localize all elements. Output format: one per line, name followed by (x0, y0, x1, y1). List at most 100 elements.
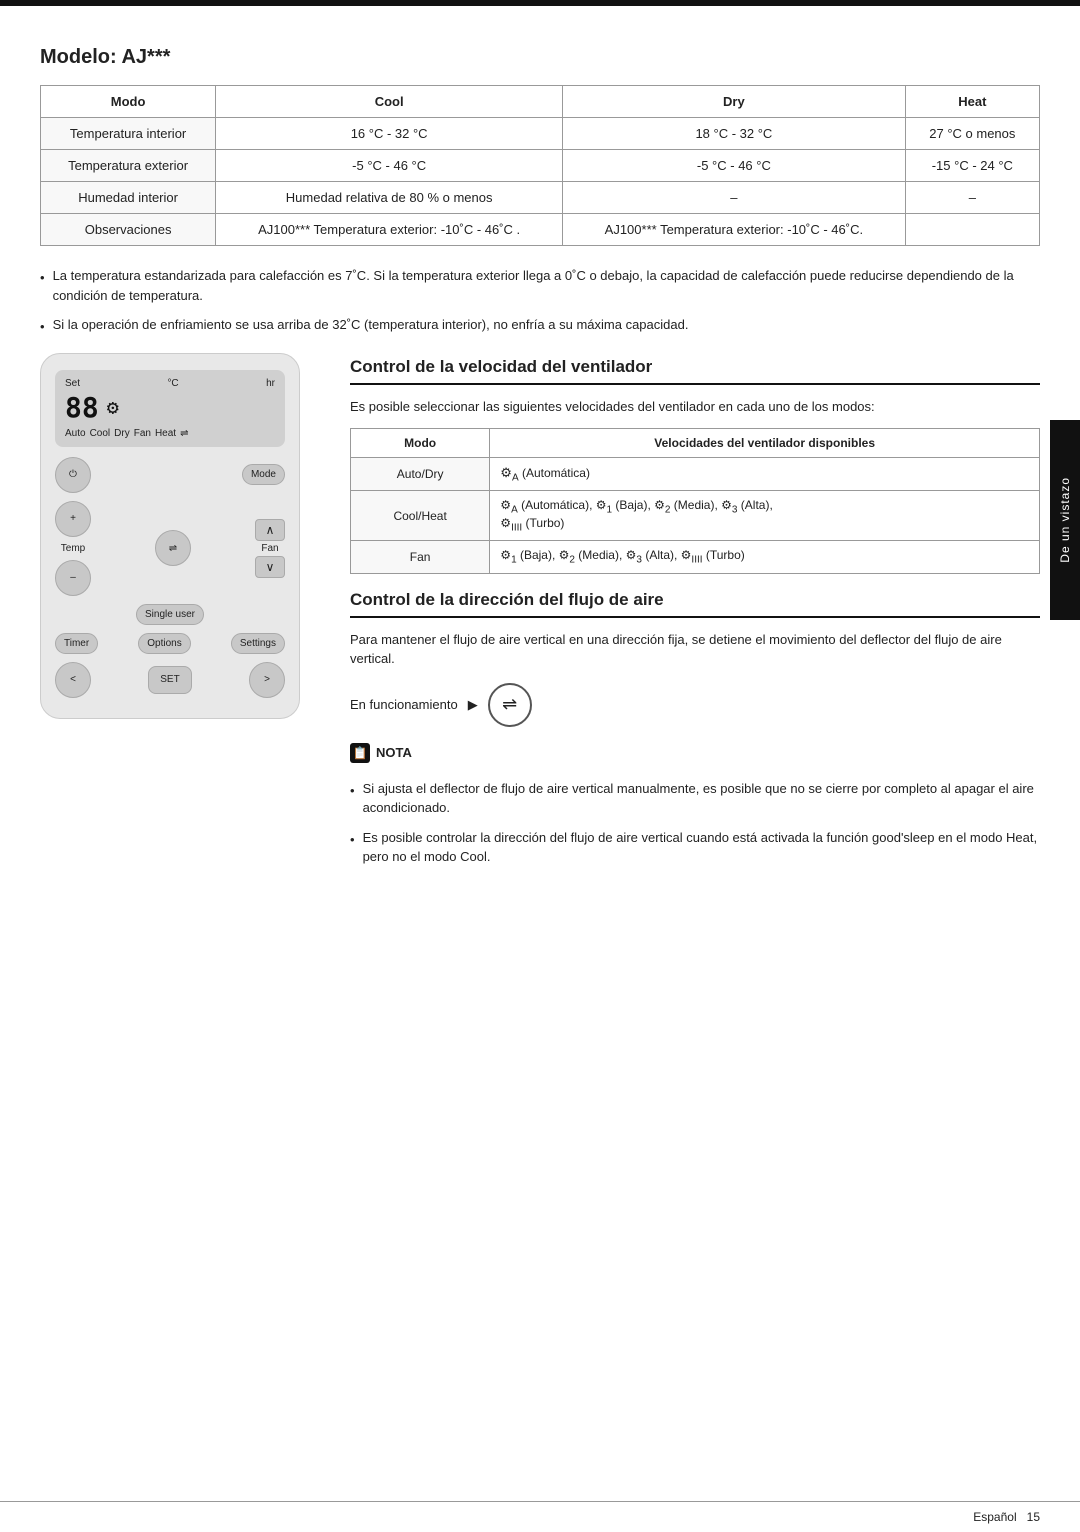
remote-control-col: Set °C hr 88 ⚙︎ Auto Cool Dry Fan (40, 353, 320, 883)
remote-mode-labels: Auto Cool Dry Fan Heat ⇌ (65, 428, 275, 439)
col-header-dry: Dry (563, 86, 906, 118)
nota-header: 📋 NOTA (350, 743, 1040, 763)
row-heat: -15 °C - 24 °C (905, 150, 1039, 182)
remote-cool-label: Cool (90, 428, 111, 439)
remote-nav-row: < SET > (55, 662, 285, 698)
right-arrow-icon: > (264, 674, 270, 685)
power-button[interactable]: ⏻ (55, 457, 91, 493)
fan-icon-auto: ⚙︎ (500, 465, 512, 480)
options-button[interactable]: Options (138, 633, 190, 654)
set-button[interactable]: SET (148, 666, 192, 694)
nota-bullet-1: Si ajusta el deflector de flujo de aire … (363, 779, 1040, 818)
row-label: Humedad interior (41, 182, 216, 214)
remote-display-digits: 88 ⚙︎ (65, 391, 275, 424)
fan-mode-fan: Fan (351, 541, 490, 573)
plus-icon: + (70, 513, 76, 524)
main-content: Modelo: AJ*** Modo Cool Dry Heat Tempera… (0, 46, 1080, 923)
bullet-text: Si la operación de enfriamiento se usa a… (53, 315, 689, 335)
temp-plus-button[interactable]: + (55, 501, 91, 537)
row-dry: 18 °C - 32 °C (563, 118, 906, 150)
nota-title: NOTA (376, 745, 412, 760)
temp-label: Temp (61, 543, 85, 554)
fan-label-mid: Fan (261, 543, 278, 554)
fan-icon-med: ⚙︎ (654, 498, 665, 512)
up-arrow-icon: ∧ (266, 523, 275, 537)
swing-button-airflow[interactable]: ⇌ (488, 683, 532, 727)
fan-col-modo: Modo (351, 429, 490, 458)
fan-down-button[interactable]: ∨ (255, 556, 285, 578)
fan-speed-table: Modo Velocidades del ventilador disponib… (350, 428, 1040, 574)
table-row: Temperatura interior 16 °C - 32 °C 18 °C… (41, 118, 1040, 150)
table-row: Temperatura exterior -5 °C - 46 °C -5 °C… (41, 150, 1040, 182)
bottom-bar: Español 15 (0, 1501, 1080, 1532)
single-user-row: Single user (55, 604, 285, 625)
fan-icon-med2: ⚙︎ (559, 548, 570, 562)
fan-table-row: Cool/Heat ⚙︎A (Automática), ⚙︎1 (Baja), … (351, 491, 1040, 541)
col-header-cool: Cool (216, 86, 563, 118)
left-nav-button[interactable]: < (55, 662, 91, 698)
timer-label: Timer (64, 638, 89, 649)
remote-set-label: Set (65, 378, 80, 389)
remote-celsius: °C (167, 378, 178, 389)
right-sidebar: De un vistazo (1050, 420, 1080, 620)
remote-fan-display-icon: ⚙︎ (107, 395, 119, 419)
remote-display: Set °C hr 88 ⚙︎ Auto Cool Dry Fan (55, 370, 285, 447)
temp-minus-button[interactable]: – (55, 560, 91, 596)
nota-bullet-2: Es posible controlar la dirección del fl… (363, 828, 1040, 867)
bullet-text: La temperatura estandarizada para calefa… (53, 266, 1040, 305)
single-user-label: Single user (145, 609, 195, 620)
fan-speeds-fan: ⚙︎1 (Baja), ⚙︎2 (Media), ⚙︎3 (Alta), ⚙︎I… (490, 541, 1040, 573)
right-col: Control de la velocidad del ventilador E… (350, 353, 1040, 883)
remote-control: Set °C hr 88 ⚙︎ Auto Cool Dry Fan (40, 353, 300, 719)
timer-button[interactable]: Timer (55, 633, 98, 654)
bullet-section-top: • La temperatura estandarizada para cale… (40, 266, 1040, 337)
spec-table: Modo Cool Dry Heat Temperatura interior … (40, 85, 1040, 246)
swing-symbol: ⇌ (502, 694, 517, 715)
fan-icon-high: ⚙︎ (721, 498, 732, 512)
remote-dry-label: Dry (114, 428, 130, 439)
single-user-button[interactable]: Single user (136, 604, 204, 625)
page: De un vistazo Modelo: AJ*** Modo Cool Dr… (0, 0, 1080, 1532)
remote-heat-label: Heat (155, 428, 176, 439)
bullet-item: • Si ajusta el deflector de flujo de air… (350, 779, 1040, 818)
bullet-item: • Si la operación de enfriamiento se usa… (40, 315, 1040, 337)
swing-icon: ⇌ (169, 543, 177, 554)
settings-button[interactable]: Settings (231, 633, 285, 654)
nota-bullets: • Si ajusta el deflector de flujo de air… (350, 779, 1040, 867)
fan-icon-turbo2: ⚙︎ (681, 548, 692, 562)
power-icon: ⏻ (69, 469, 77, 480)
row-heat (905, 214, 1039, 246)
fan-icon-auto2: ⚙︎ (500, 498, 511, 512)
fan-table-row: Fan ⚙︎1 (Baja), ⚙︎2 (Media), ⚙︎3 (Alta),… (351, 541, 1040, 573)
row-label: Temperatura interior (41, 118, 216, 150)
down-arrow-icon: ∨ (266, 560, 275, 574)
fan-icon-low2: ⚙︎ (500, 548, 511, 562)
nota-icon: 📋 (350, 743, 370, 763)
fan-updown-group: ∧ Fan ∨ (255, 519, 285, 578)
set-label: SET (160, 674, 179, 685)
mode-button[interactable]: Mode (242, 464, 285, 485)
two-col-layout: Set °C hr 88 ⚙︎ Auto Cool Dry Fan (40, 353, 1040, 883)
fan-speed-intro: Es posible seleccionar las siguientes ve… (350, 397, 1040, 417)
right-nav-button[interactable]: > (249, 662, 285, 698)
remote-swing-display: ⇌ (180, 428, 188, 439)
top-bar (0, 0, 1080, 6)
fan-table-row: Auto/Dry ⚙︎A (Automática) (351, 458, 1040, 491)
model-title: Modelo: AJ*** (40, 46, 1040, 69)
airflow-section-header: Control de la dirección del flujo de air… (350, 590, 1040, 618)
bottom-page: 15 (1027, 1510, 1040, 1524)
fan-col-speeds: Velocidades del ventilador disponibles (490, 429, 1040, 458)
remote-hr: hr (266, 378, 275, 389)
fan-up-button[interactable]: ∧ (255, 519, 285, 541)
row-dry: AJ100*** Temperatura exterior: -10˚C - 4… (563, 214, 906, 246)
fan-speeds-auto: ⚙︎A (Automática) (490, 458, 1040, 491)
row-heat: – (905, 182, 1039, 214)
swing-button[interactable]: ⇌ (155, 530, 191, 566)
bottom-label: Español 15 (973, 1510, 1040, 1524)
remote-fan-label: Fan (134, 428, 151, 439)
bullet-dot: • (40, 317, 45, 337)
nota-section: 📋 NOTA • Si ajusta el deflector de flujo… (350, 743, 1040, 867)
arrow-icon: ▶ (468, 697, 478, 713)
row-dry: -5 °C - 46 °C (563, 150, 906, 182)
mode-label: Mode (251, 469, 276, 480)
